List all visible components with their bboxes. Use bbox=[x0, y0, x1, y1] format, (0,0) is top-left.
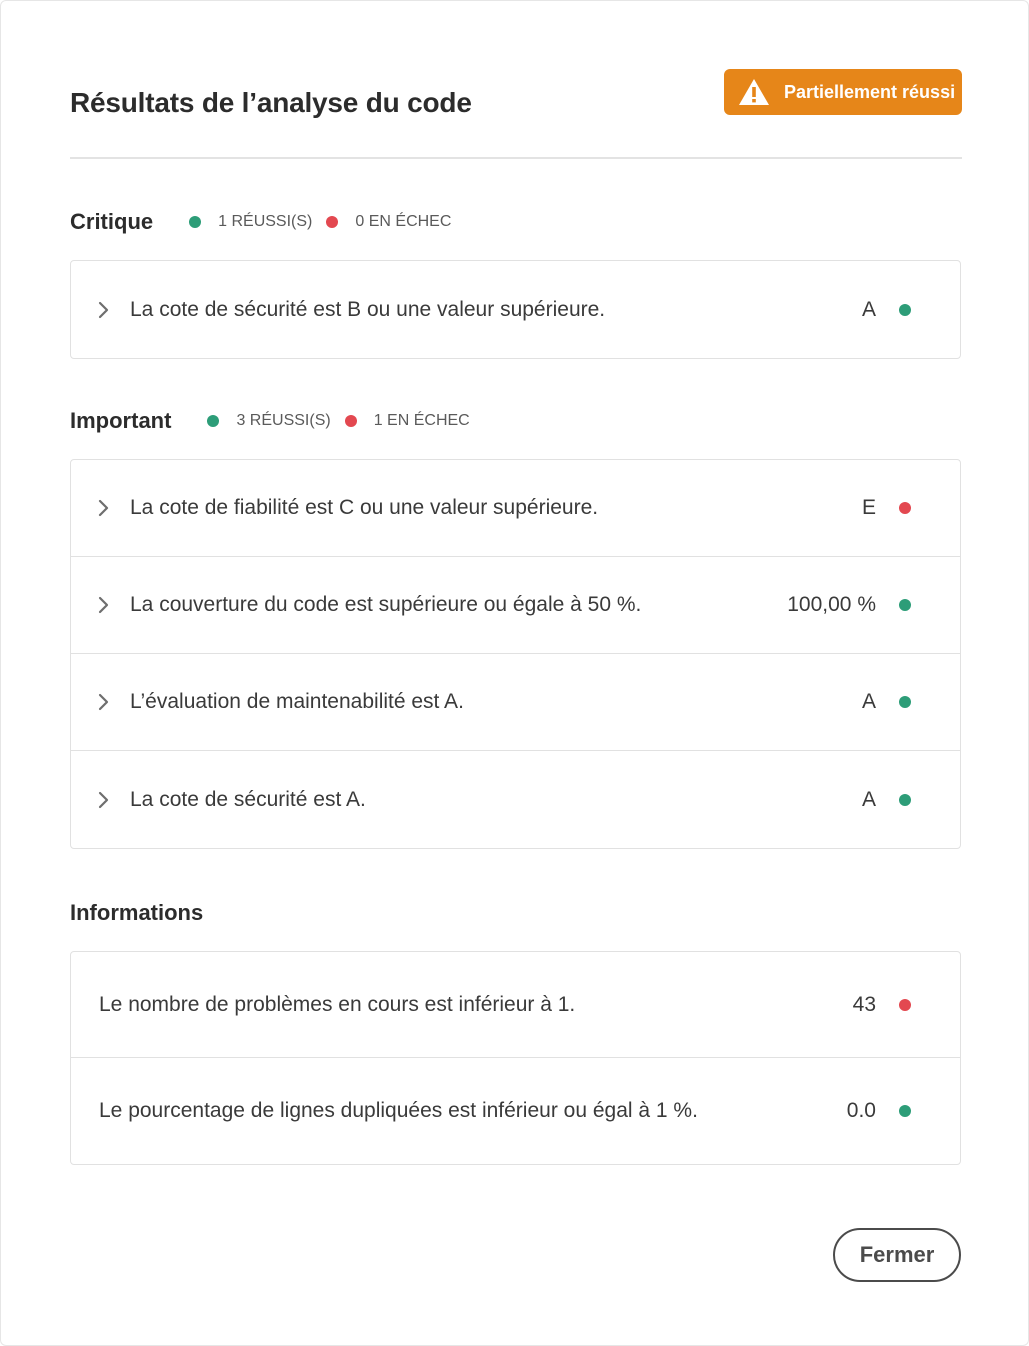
status-badge: Partiellement réussi bbox=[724, 69, 962, 115]
section-title: Important bbox=[70, 408, 172, 433]
result-value: 100,00 % bbox=[787, 593, 876, 616]
failed-count-label: 0 EN ÉCHEC bbox=[355, 213, 452, 230]
result-value: A bbox=[861, 690, 876, 713]
result-value: 0.0 bbox=[846, 1099, 876, 1122]
result-label: L’évaluation de maintenabilité est A. bbox=[130, 690, 464, 713]
dialog-title: Résultats de l’analyse du code bbox=[70, 87, 472, 118]
result-label: La cote de sécurité est B ou une valeur … bbox=[130, 297, 606, 321]
info-results-card: Le nombre de problèmes en cours est infé… bbox=[70, 951, 961, 1165]
critical-results-card: La cote de sécurité est B ou une valeur … bbox=[70, 260, 961, 359]
pass-status-icon bbox=[899, 793, 911, 806]
failed-count: 1 EN ÉCHEC bbox=[344, 412, 470, 430]
pass-status-icon bbox=[899, 599, 911, 611]
failed-count-label: 1 EN ÉCHEC bbox=[373, 412, 470, 429]
passed-count-label: 3 RÉUSSI(S) bbox=[236, 412, 331, 429]
code-analysis-dialog: Résultats de l’analyse du code Partielle… bbox=[0, 0, 1029, 1346]
result-row: Le nombre de problèmes en cours est infé… bbox=[71, 952, 960, 1058]
close-button[interactable]: Fermer bbox=[833, 1228, 961, 1282]
result-label: La cote de fiabilité est C ou une valeur… bbox=[130, 496, 599, 519]
fail-status-icon bbox=[899, 502, 911, 514]
dialog-header: Résultats de l’analyse du code Partielle… bbox=[70, 69, 962, 159]
warning-icon bbox=[739, 79, 769, 105]
passed-count: 3 RÉUSSI(S) bbox=[207, 412, 331, 430]
chevron-right-icon[interactable] bbox=[97, 300, 111, 320]
failed-count: 0 EN ÉCHEC bbox=[326, 213, 451, 231]
pass-status-icon bbox=[899, 303, 911, 316]
result-label: La cote de sécurité est A. bbox=[130, 787, 366, 811]
result-label: Le nombre de problèmes en cours est infé… bbox=[99, 992, 576, 1016]
result-row[interactable]: La couverture du code est supérieure ou … bbox=[71, 557, 960, 654]
result-label: Le pourcentage de lignes dupliquées est … bbox=[99, 1099, 698, 1122]
result-row[interactable]: La cote de sécurité est A. A bbox=[71, 751, 960, 848]
section-title: Critique bbox=[70, 209, 154, 234]
section-header-info: Informations bbox=[70, 898, 203, 928]
section-header-critical: Critique 1 RÉUSSI(S) 0 EN ÉCHEC bbox=[70, 207, 451, 237]
result-value: A bbox=[861, 297, 876, 321]
result-row[interactable]: L’évaluation de maintenabilité est A. A bbox=[71, 654, 960, 751]
status-badge-label: Partiellement réussi bbox=[784, 81, 956, 102]
result-value: E bbox=[861, 496, 876, 519]
pass-status-icon bbox=[899, 1105, 911, 1117]
result-label: La couverture du code est supérieure ou … bbox=[130, 593, 642, 616]
chevron-right-icon[interactable] bbox=[97, 498, 111, 518]
fail-dot-icon bbox=[344, 415, 357, 427]
pass-dot-icon bbox=[189, 216, 202, 228]
section-header-important: Important 3 RÉUSSI(S) 1 EN ÉCHEC bbox=[70, 406, 470, 436]
passed-count: 1 RÉUSSI(S) bbox=[189, 213, 312, 231]
chevron-right-icon[interactable] bbox=[97, 595, 111, 615]
chevron-right-icon[interactable] bbox=[97, 790, 111, 810]
result-value: 43 bbox=[852, 992, 876, 1016]
important-results-card: La cote de fiabilité est C ou une valeur… bbox=[70, 459, 961, 849]
result-value: A bbox=[861, 787, 876, 811]
result-row[interactable]: La cote de sécurité est B ou une valeur … bbox=[71, 261, 960, 358]
pass-status-icon bbox=[899, 696, 911, 708]
result-row[interactable]: La cote de fiabilité est C ou une valeur… bbox=[71, 460, 960, 557]
result-row: Le pourcentage de lignes dupliquées est … bbox=[71, 1058, 960, 1164]
pass-dot-icon bbox=[207, 415, 220, 427]
fail-status-icon bbox=[899, 998, 911, 1011]
passed-count-label: 1 RÉUSSI(S) bbox=[218, 213, 313, 230]
chevron-right-icon[interactable] bbox=[97, 692, 111, 712]
section-title: Informations bbox=[70, 900, 204, 925]
fail-dot-icon bbox=[326, 216, 339, 228]
